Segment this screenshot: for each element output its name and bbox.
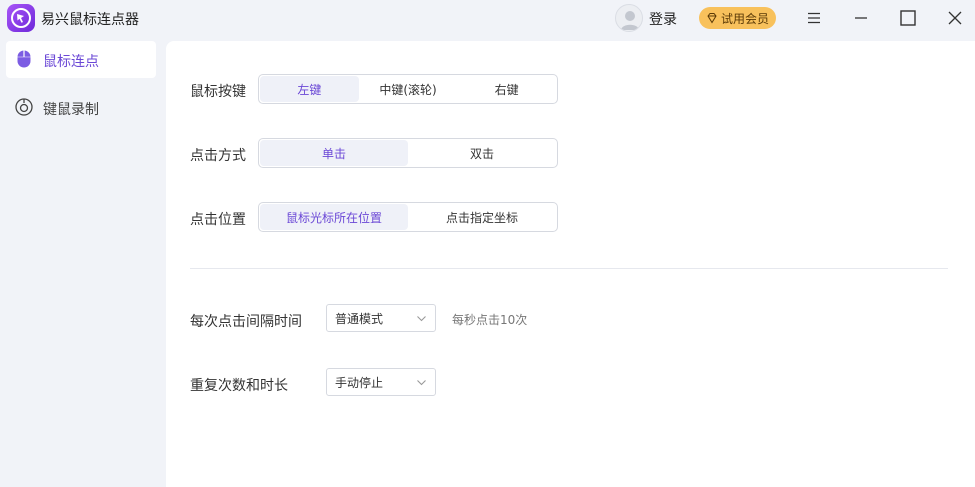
menu-button[interactable] — [800, 4, 828, 32]
sidebar-item-mouse-click[interactable]: 鼠标连点 — [6, 41, 156, 78]
close-button[interactable] — [941, 4, 969, 32]
minimize-icon — [855, 17, 867, 19]
repeat-mode-value: 手动停止 — [335, 375, 384, 390]
repeat-mode-select[interactable]: 手动停止 — [326, 368, 436, 396]
click-position-label: 点击位置 — [190, 212, 246, 228]
title-bar: 易兴鼠标连点器 登录 试用会员 — [0, 0, 975, 38]
record-icon — [15, 98, 33, 116]
sidebar: 鼠标连点 键鼠录制 — [0, 38, 166, 487]
maximize-button[interactable] — [894, 4, 922, 32]
close-icon — [948, 11, 962, 25]
interval-label: 每次点击间隔时间 — [190, 314, 302, 330]
option-specified-coordinate[interactable]: 点击指定坐标 — [408, 204, 556, 230]
vip-badge-button[interactable]: 试用会员 — [699, 7, 776, 29]
option-single-click[interactable]: 单击 — [260, 140, 408, 166]
click-type-segmented-control: 单击 双击 — [258, 138, 558, 168]
vip-label: 试用会员 — [720, 11, 769, 26]
avatar[interactable] — [615, 4, 643, 32]
settings-panel: 鼠标按键 左键 中键(滚轮) 右键 点击方式 单击 双击 点击位置 鼠标光标所在… — [166, 41, 975, 487]
mouse-button-segmented-control: 左键 中键(滚轮) 右键 — [258, 74, 558, 104]
login-link[interactable]: 登录 — [649, 9, 677, 29]
option-double-click[interactable]: 双击 — [408, 140, 556, 166]
option-cursor-position[interactable]: 鼠标光标所在位置 — [260, 204, 408, 230]
app-title: 易兴鼠标连点器 — [41, 12, 139, 28]
chevron-down-icon — [417, 380, 426, 386]
mouse-button-label: 鼠标按键 — [190, 84, 246, 100]
option-left-button[interactable]: 左键 — [260, 76, 359, 102]
sidebar-item-label: 键鼠录制 — [43, 102, 99, 118]
click-position-segmented-control: 鼠标光标所在位置 点击指定坐标 — [258, 202, 558, 232]
diamond-icon — [707, 13, 717, 24]
sidebar-item-label: 鼠标连点 — [43, 54, 99, 70]
chevron-down-icon — [417, 316, 426, 322]
interval-hint: 每秒点击10次 — [452, 313, 528, 327]
option-middle-button[interactable]: 中键(滚轮) — [359, 76, 458, 102]
sidebar-item-record[interactable]: 键鼠录制 — [6, 89, 156, 126]
cursor-target-icon — [7, 4, 35, 32]
menu-icon — [808, 12, 820, 24]
interval-mode-select[interactable]: 普通模式 — [326, 304, 436, 332]
interval-mode-value: 普通模式 — [335, 311, 384, 326]
divider — [190, 268, 948, 269]
click-type-label: 点击方式 — [190, 148, 246, 164]
user-icon — [621, 11, 639, 30]
option-right-button[interactable]: 右键 — [457, 76, 556, 102]
mouse-icon — [17, 50, 31, 68]
maximize-icon — [900, 10, 916, 26]
repeat-label: 重复次数和时长 — [190, 378, 288, 394]
minimize-button[interactable] — [847, 4, 875, 32]
